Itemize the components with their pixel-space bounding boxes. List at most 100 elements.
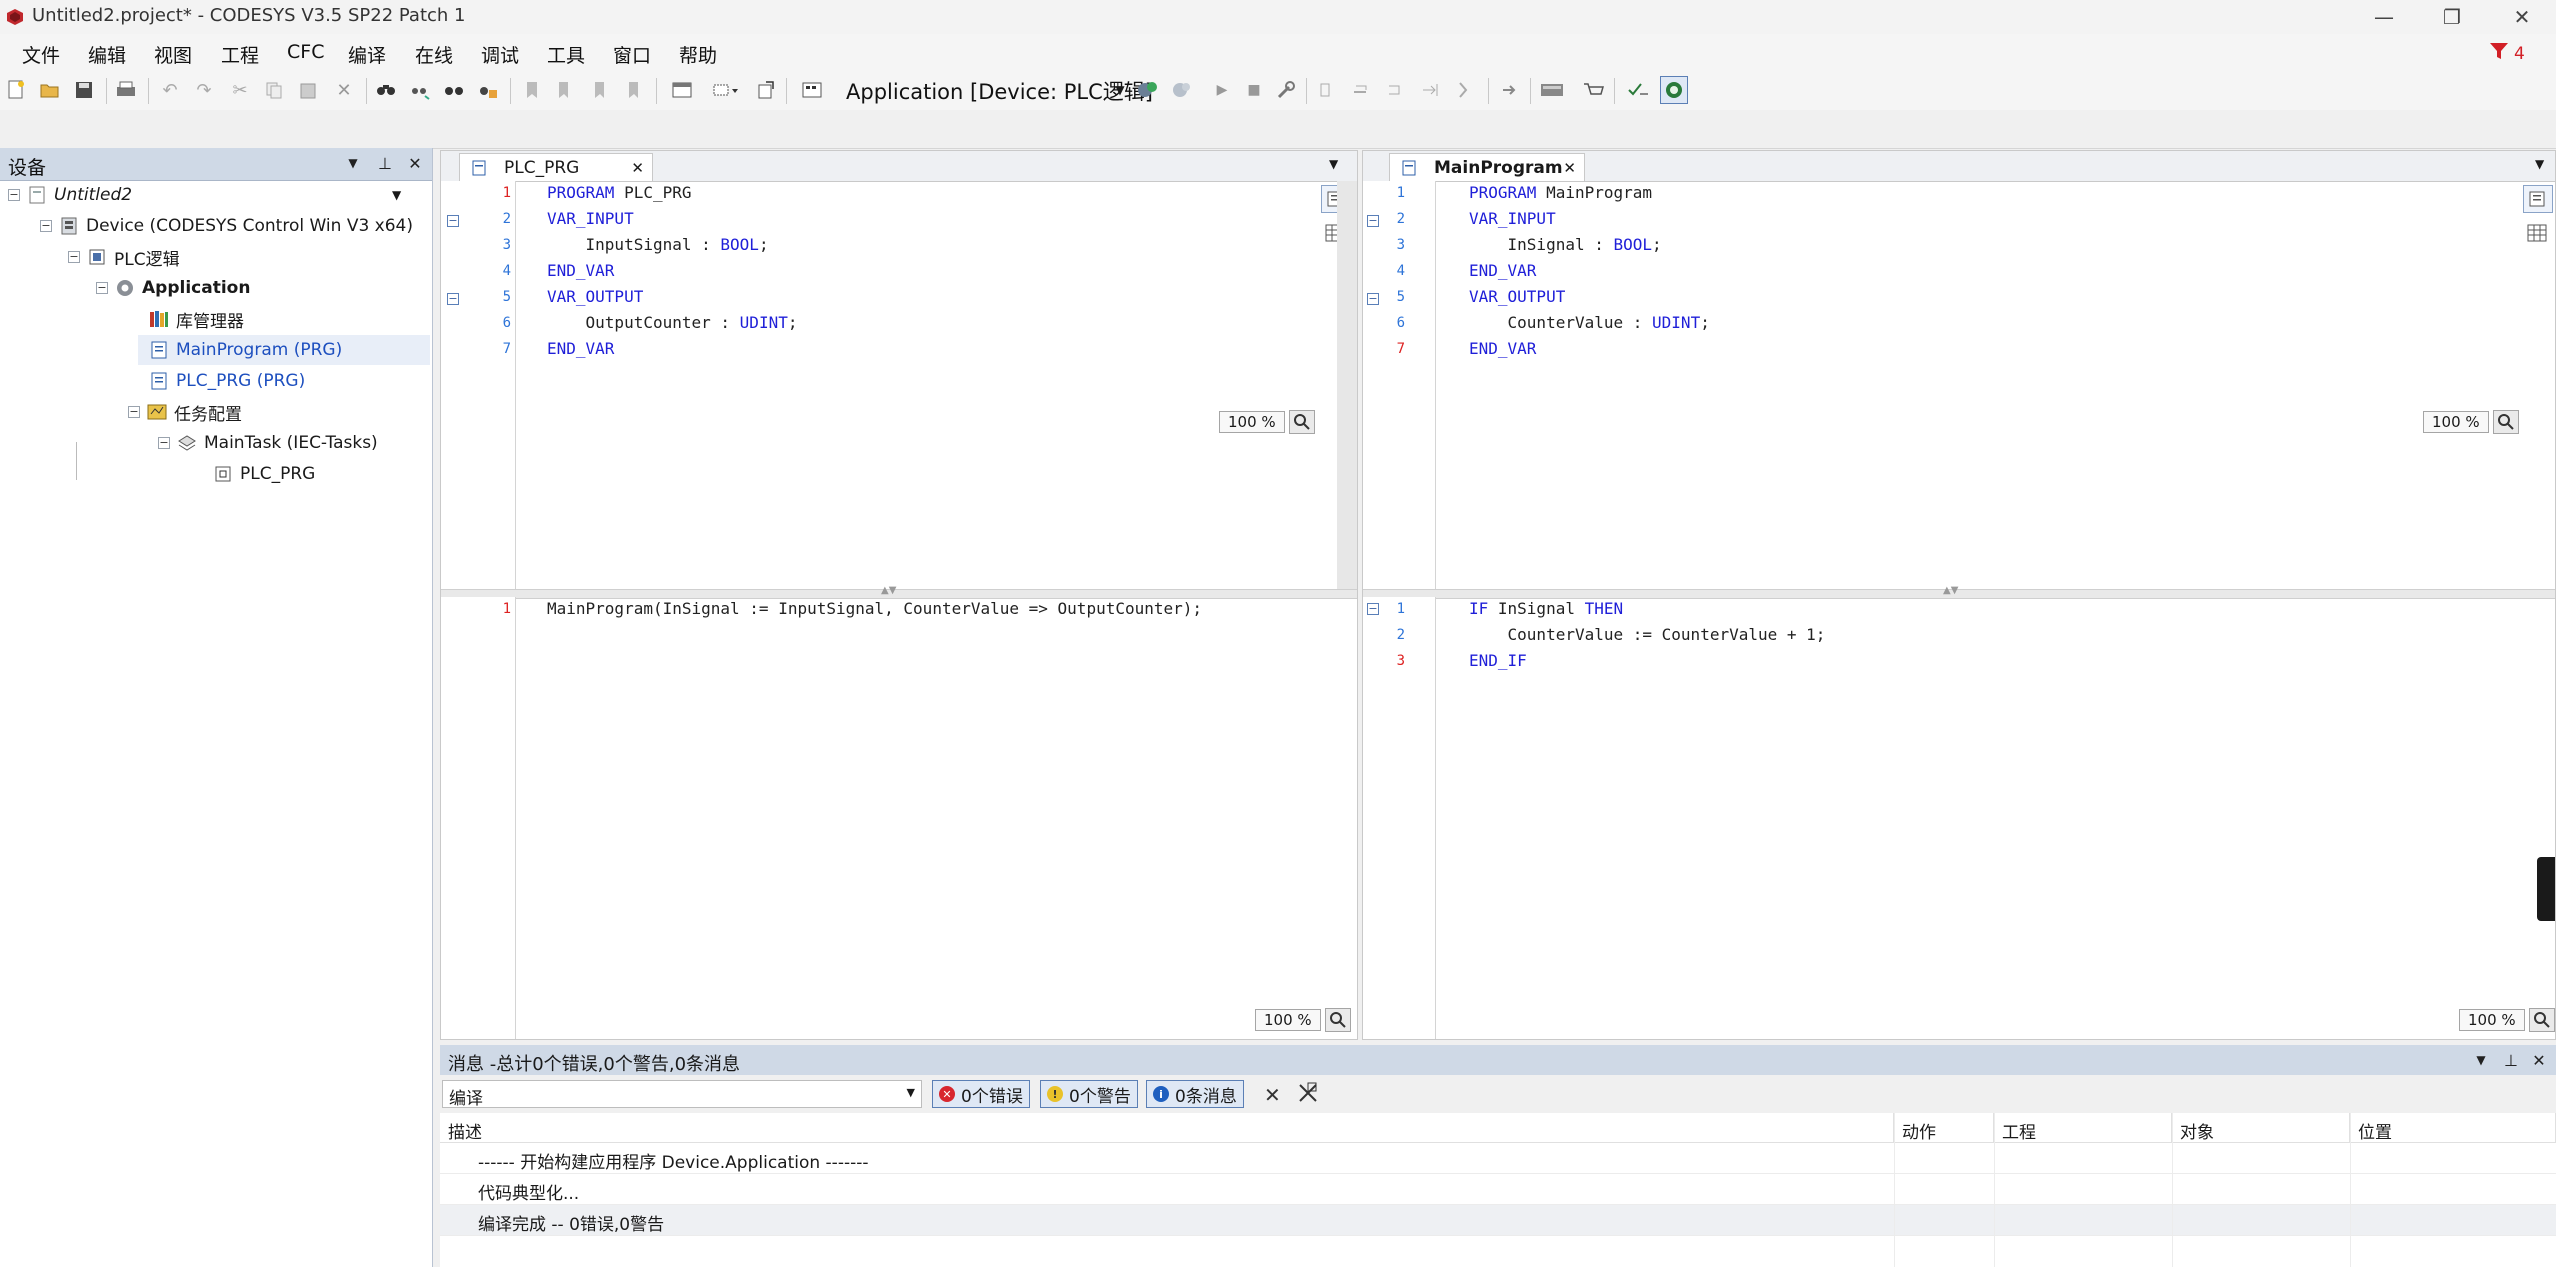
step-out-icon[interactable]	[1416, 76, 1444, 104]
column-header-action[interactable]: 动作	[1894, 1113, 1994, 1143]
zoom-control[interactable]: 100 %	[2423, 409, 2519, 435]
side-drawer-handle[interactable]	[2537, 857, 2555, 921]
implementation-pane[interactable]: − 1 2 3 IF InSignal THEN CounterValue :=…	[1363, 597, 2555, 1039]
close-button[interactable]: ✕	[2492, 0, 2552, 34]
message-row[interactable]: 代码典型化...	[440, 1174, 2556, 1205]
find-replace-icon[interactable]	[406, 76, 434, 104]
zoom-control[interactable]: 100 %	[2459, 1007, 2555, 1033]
collapse-icon[interactable]: −	[8, 189, 20, 201]
menu-debug[interactable]: 调试	[479, 41, 521, 68]
menu-window[interactable]: 窗口	[611, 41, 653, 68]
new-project-icon[interactable]	[2, 76, 30, 104]
collapse-icon[interactable]: −	[128, 406, 140, 418]
tab-dropdown-icon[interactable]: ▼	[2535, 157, 2544, 171]
tree-item-plc-prg-call[interactable]: PLC_PRG	[212, 459, 315, 489]
column-header-description[interactable]: 描述	[440, 1113, 1894, 1143]
cut-icon[interactable]: ✂	[226, 76, 254, 104]
tree-dropdown-icon[interactable]: ▼	[392, 188, 401, 202]
zoom-icon[interactable]	[2528, 1008, 2555, 1032]
splitter-handle-icon[interactable]: ▲▼	[881, 585, 896, 596]
zoom-icon[interactable]	[1324, 1008, 1351, 1032]
errors-filter-button[interactable]: ✕ 0个错误	[932, 1080, 1030, 1108]
notifications-indicator[interactable]: 4	[2488, 40, 2525, 67]
menu-help[interactable]: 帮助	[677, 41, 719, 68]
zoom-control[interactable]: 100 %	[1219, 409, 1315, 435]
panel-dropdown-icon[interactable]: ▼	[2470, 1049, 2492, 1071]
tab-close-icon[interactable]: ✕	[631, 159, 644, 177]
delete-icon[interactable]: ✕	[330, 76, 358, 104]
redo-icon[interactable]: ↷	[190, 76, 218, 104]
menu-file[interactable]: 文件	[20, 41, 62, 68]
fold-icon[interactable]: −	[447, 293, 459, 305]
write-values-icon[interactable]	[1538, 76, 1566, 104]
toggle-breakpoint-icon[interactable]	[1314, 76, 1342, 104]
tab-plc-prg[interactable]: PLC_PRG ✕	[459, 153, 653, 181]
step-over-icon[interactable]	[1348, 76, 1376, 104]
messages-filter-button[interactable]: i 0条消息	[1146, 1080, 1244, 1108]
panel-close-icon[interactable]: ✕	[2528, 1049, 2550, 1071]
zoom-level[interactable]: 100 %	[2423, 411, 2489, 433]
clear-all-messages-icon[interactable]	[1296, 1081, 1320, 1110]
application-dropdown-arrow-icon[interactable]: ▼	[1106, 76, 1134, 104]
declaration-pane[interactable]: − − 1 2 3 4 5 6 7 PROGRAM MainProgram VA…	[1363, 181, 2555, 589]
tree-item-plc-prg[interactable]: PLC_PRG (PRG)	[148, 366, 305, 396]
add-object-icon[interactable]	[712, 76, 740, 104]
paste-icon[interactable]	[294, 76, 322, 104]
collapse-icon[interactable]: −	[40, 220, 52, 232]
show-next-statement-icon[interactable]	[1496, 76, 1524, 104]
reset-icon[interactable]	[1272, 76, 1300, 104]
menu-cfc[interactable]: CFC	[285, 41, 326, 63]
panel-close-icon[interactable]: ✕	[404, 152, 426, 174]
menu-project[interactable]: 工程	[219, 41, 261, 68]
replace-in-project-icon[interactable]	[474, 76, 502, 104]
open-folder-icon[interactable]	[36, 76, 64, 104]
tab-close-icon[interactable]: ✕	[1563, 159, 1576, 177]
undo-icon[interactable]: ↶	[156, 76, 184, 104]
print-icon[interactable]	[112, 76, 140, 104]
clear-messages-icon[interactable]: ✕	[1264, 1083, 1281, 1107]
restore-button[interactable]: ❐	[2422, 0, 2482, 34]
clear-bookmarks-icon[interactable]	[620, 76, 648, 104]
zoom-control[interactable]: 100 %	[1255, 1007, 1351, 1033]
implementation-pane[interactable]: 1 MainProgram(InSignal := InputSignal, C…	[441, 597, 1357, 1039]
declaration-pane[interactable]: − − 1 2 3 4 5 6 7 PROGRAM PLC_PRG VAR_IN…	[441, 181, 1357, 589]
login-icon[interactable]	[1134, 76, 1162, 104]
menu-tools[interactable]: 工具	[545, 41, 587, 68]
export-icon[interactable]	[752, 76, 780, 104]
tree-item-project[interactable]: − Untitled2	[8, 180, 430, 210]
tree-item-application[interactable]: − Application	[96, 273, 250, 303]
zoom-level[interactable]: 100 %	[1255, 1009, 1321, 1031]
zoom-icon[interactable]	[1288, 410, 1315, 434]
copy-icon[interactable]	[260, 76, 288, 104]
force-values-icon[interactable]	[1580, 76, 1608, 104]
start-icon[interactable]: ▶	[1208, 76, 1236, 104]
next-bookmark-icon[interactable]	[552, 76, 580, 104]
collapse-icon[interactable]: −	[68, 251, 80, 263]
menu-view[interactable]: 视图	[152, 41, 194, 68]
fold-icon[interactable]: −	[447, 215, 459, 227]
save-icon[interactable]	[70, 76, 98, 104]
zoom-level[interactable]: 100 %	[2459, 1009, 2525, 1031]
zoom-icon[interactable]	[2492, 410, 2519, 434]
tree-item-device[interactable]: − Device (CODESYS Control Win V3 x64)	[40, 211, 413, 241]
tree-item-plc-logic[interactable]: − PLC逻辑	[68, 242, 180, 272]
collapse-icon[interactable]: −	[96, 282, 108, 294]
tabular-view-icon[interactable]	[2527, 223, 2549, 248]
panel-dropdown-icon[interactable]: ▼	[342, 152, 364, 174]
flow-control-icon[interactable]	[1624, 76, 1652, 104]
collapse-icon[interactable]: −	[158, 437, 170, 449]
column-header-project[interactable]: 工程	[1994, 1113, 2172, 1143]
message-row[interactable]: 编译完成 -- 0错误,0警告	[440, 1205, 2556, 1236]
prev-bookmark-icon[interactable]	[586, 76, 614, 104]
message-category-select[interactable]: 编译 ▼	[442, 1080, 922, 1109]
warnings-filter-button[interactable]: ! 0个警告	[1040, 1080, 1138, 1108]
find-in-project-icon[interactable]	[440, 76, 468, 104]
zoom-level[interactable]: 100 %	[1219, 411, 1285, 433]
tree-item-maintask[interactable]: − MainTask (IEC-Tasks)	[158, 428, 378, 458]
pin-icon[interactable]: ⊥	[2500, 1049, 2522, 1071]
logout-icon[interactable]	[1168, 76, 1196, 104]
column-header-position[interactable]: 位置	[2350, 1113, 2556, 1143]
minimize-button[interactable]: —	[2354, 0, 2414, 34]
textual-view-icon[interactable]	[2523, 185, 2553, 213]
menu-edit[interactable]: 编辑	[86, 41, 128, 68]
